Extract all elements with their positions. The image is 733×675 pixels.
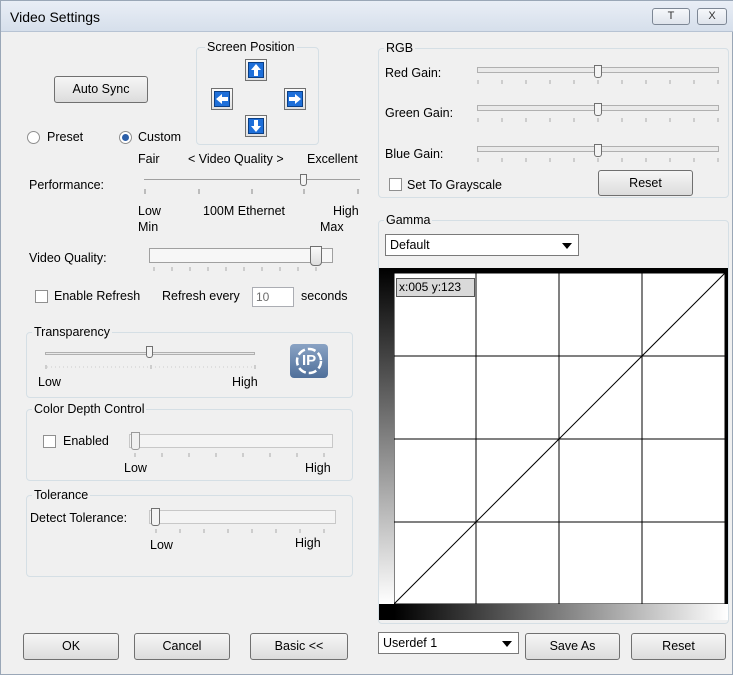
grayscale-label: Set To Grayscale: [407, 178, 502, 192]
performance-max-label: Max: [320, 220, 344, 234]
color-depth-low-label: Low: [124, 461, 147, 475]
tolerance-label: Tolerance: [32, 488, 91, 502]
rgb-label: RGB: [384, 41, 416, 55]
transparency-ticks: [45, 365, 256, 369]
performance-ticks: [144, 189, 359, 194]
gamma-label: Gamma: [384, 213, 433, 227]
move-down-button[interactable]: [245, 115, 267, 137]
color-depth-label: Color Depth Control: [32, 402, 147, 416]
close-button[interactable]: X: [697, 8, 727, 25]
grayscale-checkbox[interactable]: [389, 178, 402, 191]
color-depth-enabled-checkbox[interactable]: [43, 435, 56, 448]
arrow-down-icon: [248, 118, 264, 134]
gamma-preset-select[interactable]: Default: [385, 234, 579, 256]
color-depth-enabled-label: Enabled: [63, 434, 109, 448]
transparency-low-label: Low: [38, 375, 61, 389]
performance-middle-label: 100M Ethernet: [203, 204, 285, 218]
video-quality-slider[interactable]: [149, 248, 333, 263]
arrow-right-icon: [287, 91, 303, 107]
performance-low-label: Low: [138, 204, 161, 218]
cancel-button[interactable]: Cancel: [134, 633, 230, 660]
arrow-left-icon: [214, 91, 230, 107]
video-quality-slider-thumb[interactable]: [310, 246, 322, 266]
pin-button[interactable]: T: [652, 8, 690, 25]
preset-label: Preset: [47, 130, 84, 144]
color-depth-slider[interactable]: [129, 434, 333, 448]
save-as-button[interactable]: Save As: [525, 633, 620, 660]
gamma-vertical-gradient: [379, 268, 394, 604]
basic-button[interactable]: Basic <<: [250, 633, 348, 660]
transparency-slider-thumb[interactable]: [146, 346, 153, 358]
video-quality-ticks: [153, 267, 317, 271]
preset-radio[interactable]: [27, 131, 40, 144]
custom-label: Custom: [138, 130, 182, 144]
red-gain-ticks: [477, 80, 719, 84]
move-up-button[interactable]: [245, 59, 267, 81]
red-gain-thumb[interactable]: [594, 65, 602, 78]
green-gain-thumb[interactable]: [594, 103, 602, 116]
gamma-preset-value: Default: [390, 238, 430, 252]
gamma-horizontal-gradient: [394, 604, 728, 620]
transparency-label: Transparency: [32, 325, 112, 339]
refresh-unit-label: seconds: [301, 289, 348, 303]
gamma-grid: [394, 273, 725, 604]
chevron-down-icon: [562, 243, 572, 249]
close-icon: X: [708, 10, 716, 22]
tolerance-ticks: [155, 529, 325, 533]
color-depth-slider-thumb[interactable]: [131, 432, 140, 450]
refresh-every-label: Refresh every: [162, 289, 240, 303]
performance-min-label: Min: [138, 220, 159, 234]
gamma-coordinate-readout: x:005 y:123: [396, 278, 475, 297]
tolerance-low-label: Low: [150, 538, 173, 552]
performance-excellent-label: Excellent: [307, 152, 358, 166]
move-left-button[interactable]: [211, 88, 233, 110]
color-depth-ticks: [134, 453, 325, 457]
red-gain-label: Red Gain:: [385, 66, 442, 80]
detect-tolerance-label: Detect Tolerance:: [30, 511, 128, 525]
blue-gain-label: Blue Gain:: [385, 147, 444, 161]
green-gain-label: Green Gain:: [385, 106, 454, 120]
performance-high-label: High: [333, 204, 359, 218]
color-depth-high-label: High: [305, 461, 331, 475]
ok-button[interactable]: OK: [23, 633, 119, 660]
enable-refresh-checkbox[interactable]: [35, 290, 48, 303]
blue-gain-ticks: [477, 158, 719, 162]
chevron-down-icon: [502, 641, 512, 647]
arrow-up-icon: [248, 62, 264, 78]
auto-sync-button[interactable]: Auto Sync: [54, 76, 148, 103]
title-bar: Video Settings T X: [1, 1, 733, 32]
video-quality-label: Video Quality:: [29, 251, 107, 265]
gamma-curve-canvas[interactable]: x:005 y:123: [379, 268, 728, 620]
performance-fair-label: Fair: [138, 152, 160, 166]
tolerance-high-label: High: [295, 536, 321, 550]
rgb-reset-button[interactable]: Reset: [598, 170, 693, 196]
custom-radio[interactable]: [119, 131, 132, 144]
enable-refresh-label: Enable Refresh: [54, 289, 141, 303]
ip-logo-icon: IP: [290, 344, 328, 378]
tolerance-slider-thumb[interactable]: [151, 508, 160, 526]
userdef-value: Userdef 1: [383, 636, 438, 650]
video-settings-window: Video Settings T X Screen Position Auto …: [0, 0, 733, 675]
userdef-select[interactable]: Userdef 1: [378, 632, 519, 654]
performance-label: Performance:: [29, 178, 105, 192]
refresh-interval-field[interactable]: 10: [252, 287, 294, 307]
green-gain-ticks: [477, 118, 719, 122]
window-title: Video Settings: [10, 9, 101, 25]
gamma-reset-button[interactable]: Reset: [631, 633, 726, 660]
transparency-high-label: High: [232, 375, 258, 389]
performance-center-label: < Video Quality >: [188, 152, 284, 166]
move-right-button[interactable]: [284, 88, 306, 110]
performance-slider-thumb[interactable]: [300, 174, 307, 186]
tolerance-slider[interactable]: [149, 510, 336, 524]
screen-position-label: Screen Position: [205, 40, 297, 54]
performance-slider-track[interactable]: [144, 179, 360, 180]
blue-gain-thumb[interactable]: [594, 144, 602, 157]
